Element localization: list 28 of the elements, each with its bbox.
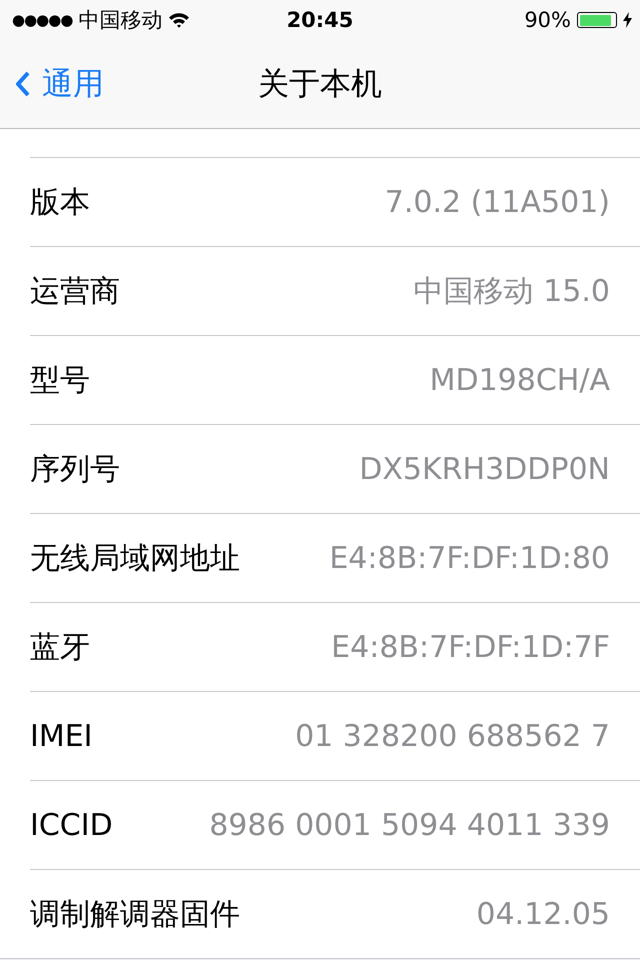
row-value: MD198CH/A <box>430 362 610 398</box>
row-label: ICCID <box>30 808 113 842</box>
row-label: 蓝牙 <box>30 628 90 666</box>
row-label: 无线局域网地址 <box>30 540 240 578</box>
battery-percentage: 90% <box>524 8 571 32</box>
back-chevron-icon <box>16 71 30 97</box>
battery-icon <box>577 12 617 28</box>
row-value: 7.0.2 (11A501) <box>384 184 610 220</box>
row-label: 调制解调器固件 <box>30 896 240 934</box>
row-value: DX5KRH3DDP0N <box>359 452 610 486</box>
row-value: 8986 0001 5094 4011 339 <box>209 808 610 842</box>
row-value: 中国移动 15.0 <box>414 272 610 310</box>
row-label: 型号 <box>30 362 90 400</box>
signal-strength: ●●●●● <box>12 11 72 29</box>
row-label: 版本 <box>30 184 90 222</box>
carrier-name: 中国移动 <box>78 7 162 34</box>
clock-time: 20:45 <box>286 8 354 32</box>
back-button[interactable]: 通用 <box>0 63 104 105</box>
row-value: 01 328200 688562 7 <box>295 718 610 754</box>
page-title: 关于本机 <box>257 65 383 104</box>
row-value: E4:8B:7F:DF:1D:7F <box>331 630 610 664</box>
row-label: 运营商 <box>30 272 120 310</box>
row-value: 04.12.05 <box>476 896 610 932</box>
wifi-icon <box>168 12 190 28</box>
row-label: 序列号 <box>30 450 120 488</box>
charging-bolt-icon <box>623 12 632 28</box>
row-label: IMEI <box>30 718 93 754</box>
row-value: E4:8B:7F:DF:1D:80 <box>329 540 610 576</box>
